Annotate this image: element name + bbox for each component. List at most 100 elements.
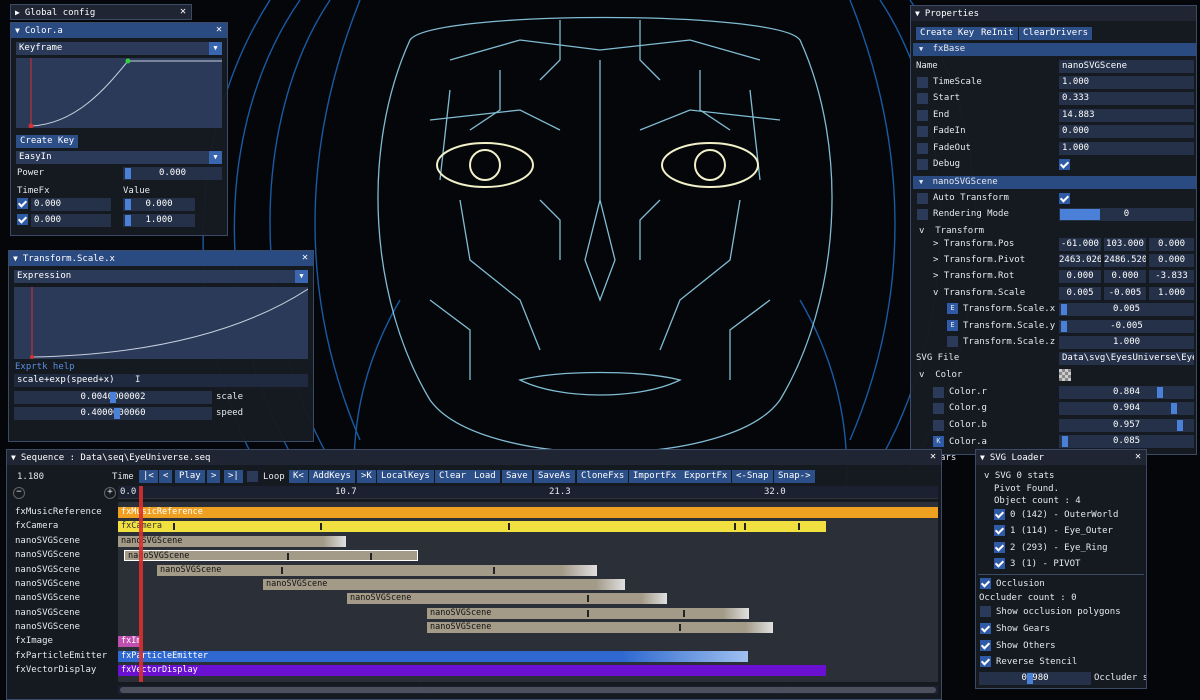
loop-checkbox[interactable] [247,471,258,482]
track-name[interactable]: nanoSVGScene [15,593,80,603]
auto-transform-checkbox[interactable] [1059,193,1070,204]
expression-input[interactable]: scale+exp(speed+x) [14,374,308,387]
track-name[interactable]: nanoSVGScene [15,565,80,575]
keyframe-marker[interactable] [320,523,322,530]
color-a-toggle[interactable]: K [933,436,944,447]
scale-z-field[interactable]: 1.000 [1059,336,1194,349]
slider-grab[interactable] [1157,387,1163,398]
keyframe-marker[interactable] [493,567,495,574]
timeline-ruler[interactable] [118,486,938,499]
play-button[interactable]: Play [175,470,205,483]
show-gears-checkbox[interactable] [980,623,991,634]
expression-mode-select[interactable]: Expression ▼ [14,270,308,283]
keyframe-marker[interactable] [587,595,589,602]
occluder-slider[interactable]: 0.980 [979,672,1091,685]
clip-scene-4[interactable]: nanoSVGScene [263,579,625,590]
collapse-arrow-icon[interactable]: ▼ [15,26,20,35]
clip-scene-6[interactable]: nanoSVGScene [427,608,749,619]
horizontal-scrollbar[interactable] [118,686,938,694]
transform-scale-node[interactable]: v Transform.Scale [933,288,1025,298]
clip-vector-display[interactable]: fxVectorDisplay [118,665,826,676]
transform-scale-window[interactable]: ▼ Transform.Scale.x ✕ Expression ▼ Exprt… [8,250,314,442]
track-name[interactable]: fxVectorDisplay [15,665,96,675]
scale-x-expression-toggle[interactable]: E [947,303,958,314]
slider-grab[interactable] [1062,436,1068,447]
close-icon[interactable]: ✕ [216,24,222,35]
track-name[interactable]: nanoSVGScene [15,536,80,546]
color-b-toggle[interactable] [933,420,944,431]
zoom-out-icon[interactable]: − [13,487,25,499]
chevron-down-icon[interactable]: ▼ [295,270,308,283]
scale-y-field[interactable]: -0.005 [1059,320,1194,333]
timefx-field-1[interactable]: 0.000 [31,198,111,211]
show-polygons-checkbox[interactable] [980,606,991,617]
clear-button[interactable]: Clear [435,470,471,483]
local-keys-button[interactable]: LocalKeys [377,470,434,483]
keyframe-marker[interactable] [798,523,800,530]
track-name[interactable]: nanoSVGScene [15,608,80,618]
svg-stats-node[interactable]: v SVG 0 stats [984,471,1054,481]
object-checkbox[interactable] [994,525,1005,536]
debug-checkbox[interactable] [1059,159,1070,170]
fadein-field[interactable]: 0.000 [1059,125,1194,138]
keyframe-marker[interactable] [281,567,283,574]
transform-rot-x-field[interactable]: 0.000 [1059,270,1101,283]
slider-grab[interactable] [1177,420,1183,431]
global-config-window[interactable]: ▶ Global config ✕ [10,4,192,20]
transform-pivot-x-field[interactable]: 2463.026 [1059,254,1101,267]
clip-image[interactable]: fxImage [118,636,140,647]
color-r-slider[interactable]: 0.804 [1059,386,1194,399]
clip-scene-2[interactable]: nanoSVGScene [124,550,418,561]
clip-particle-emitter[interactable]: fxParticleEmitter [118,651,748,662]
keyframe-marker[interactable] [370,553,372,560]
slider-grab[interactable] [110,392,116,403]
slider-grab[interactable] [1061,304,1067,315]
timefx-field-2[interactable]: 0.000 [31,214,111,227]
clip-camera[interactable]: fxCamera [118,521,826,532]
svg-file-input[interactable]: Data\svg\EyesUniverse\Eyes. [1059,352,1194,365]
transform-scale-x-field[interactable]: 0.005 [1059,287,1101,300]
slider-grab[interactable] [125,215,131,226]
occlusion-checkbox[interactable] [980,578,991,589]
properties-titlebar[interactable]: ▼ Properties [911,6,1196,21]
exprtk-help-link[interactable]: Exprtk help [15,362,75,372]
playhead[interactable] [139,486,143,682]
track-name[interactable]: fxImage [15,636,53,646]
scale-param-field[interactable]: 0.0040000002 [14,391,212,404]
next-key-button[interactable]: >K [357,470,376,483]
collapse-arrow-icon[interactable]: ▶ [15,8,20,17]
add-keys-button[interactable]: AddKeys [309,470,355,483]
transform-pivot-node[interactable]: > Transform.Pivot [933,255,1025,265]
keyframe-marker[interactable] [287,553,289,560]
clear-drivers-button[interactable]: ClearDrivers [1019,27,1093,40]
slider-grab[interactable] [114,408,120,419]
rendering-mode-slider[interactable]: 0 [1059,208,1194,221]
expression-curve-editor[interactable] [14,287,308,359]
keyframe-marker[interactable] [587,610,589,617]
load-button[interactable]: Load [470,470,500,483]
fadeout-field[interactable]: 1.000 [1059,142,1194,155]
timefx-toggle-2[interactable] [17,214,28,225]
color-a-slider[interactable]: 0.085 [1059,435,1194,448]
end-field[interactable]: 14.883 [1059,109,1194,122]
collapse-arrow-icon[interactable]: ▼ [13,254,18,263]
keyframe-marker[interactable] [679,624,681,631]
transform-pivot-y-field[interactable]: 2486.520 [1104,254,1146,267]
close-icon[interactable]: ✕ [1135,451,1141,462]
keyframe-marker[interactable] [173,523,175,530]
scrollbar-thumb[interactable] [120,687,936,693]
color-tree-node[interactable]: v Color [919,370,962,380]
auto-transform-toggle[interactable] [917,193,928,204]
object-checkbox[interactable] [994,509,1005,520]
object-checkbox[interactable] [994,542,1005,553]
snap-left-button[interactable]: <-Snap [732,470,773,483]
close-icon[interactable]: ✕ [180,6,186,17]
transform-rot-node[interactable]: > Transform.Rot [933,271,1014,281]
color-a-window[interactable]: ▼ Color.a ✕ Keyframe ▼ Create Key EasyIn… [10,22,228,236]
chevron-down-icon[interactable]: ▼ [209,151,222,164]
go-end-button[interactable]: >| [224,470,243,483]
reverse-stencil-checkbox[interactable] [980,656,991,667]
collapse-arrow-icon[interactable]: ▼ [980,453,985,462]
keyframe-marker[interactable] [508,523,510,530]
track-name[interactable]: fxParticleEmitter [15,651,107,661]
